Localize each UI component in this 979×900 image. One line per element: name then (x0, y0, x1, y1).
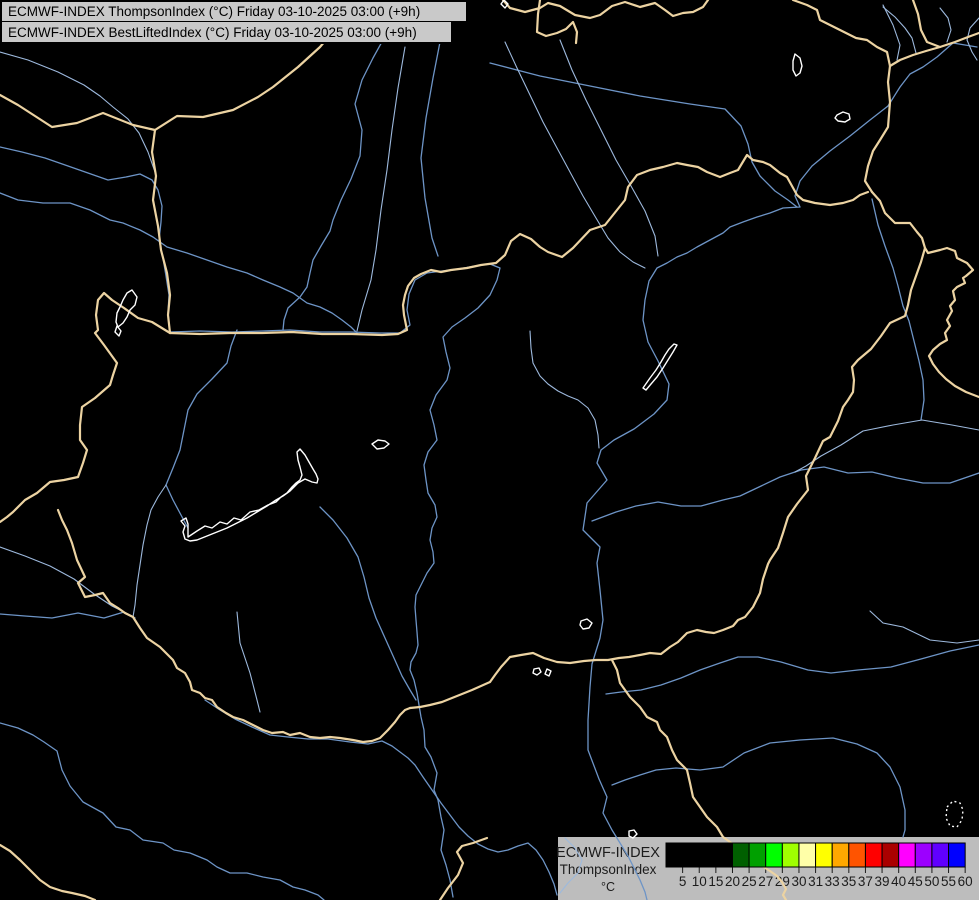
legend-unit-label: °C (601, 880, 615, 894)
border-bottom-left (0, 843, 97, 900)
legend-tick-value: 10 (692, 874, 707, 889)
border-hungary-romania (488, 246, 927, 684)
legend-color-cell (898, 842, 916, 868)
legend-tick-value: 5 (679, 874, 687, 889)
river-hernad (559, 39, 659, 257)
legend-color-cell (798, 842, 817, 868)
river-morava (0, 51, 156, 173)
legend-colorbar (665, 842, 966, 868)
river-bodrog (489, 62, 798, 208)
river-tisza (582, 42, 978, 900)
river-mur (0, 546, 125, 613)
river-zala (165, 329, 238, 529)
river-drava (0, 722, 325, 900)
legend-tick-value: 35 (841, 874, 856, 889)
river-koros (591, 466, 979, 522)
legend-color-cell (698, 842, 717, 868)
river-bega (869, 610, 979, 644)
legend-tick-value: 31 (808, 874, 823, 889)
lake-tisza-outline (642, 343, 678, 391)
river-hron (420, 41, 441, 257)
river-sio (319, 506, 417, 701)
legend-tick-value: 55 (941, 874, 956, 889)
border-hungary-croatia-east (408, 680, 492, 710)
river-begej (611, 737, 906, 838)
legend-tick-labels: 5 10 15 20 25 27 29 30 31 33 35 37 39 40 45 50 55 60 (679, 874, 973, 889)
weather-map-screen: ECMWF-INDEX ThompsonIndex °C 5 10 15 20 25 27… (0, 0, 979, 900)
small-lake-north-b (834, 111, 851, 123)
legend-tick-value: 60 (958, 874, 973, 889)
border-austria-hungary (0, 291, 172, 524)
title-text-line1: ECMWF-INDEX ThompsonIndex (°C) Friday 03… (8, 4, 421, 19)
river-zagyva (529, 330, 600, 449)
small-feature-dotted (945, 800, 964, 828)
border-poland-ukraine (911, 0, 979, 49)
river-koros-north (794, 419, 979, 473)
legend-color-cell (931, 842, 950, 868)
river-vah (282, 39, 384, 331)
title-bar-best-lifted-index: ECMWF-INDEX BestLiftedIndex (°C) Friday … (0, 21, 453, 44)
lakes-layer (114, 0, 964, 839)
legend-color-cell (748, 842, 767, 868)
legend-color-cell (881, 842, 900, 868)
legend-tick-value: 15 (708, 874, 723, 889)
legend-color-cell (715, 842, 733, 868)
legend-color-cell (765, 842, 783, 868)
border-austria-slovakia (150, 128, 172, 335)
lake-velence-outline (371, 439, 390, 450)
legend-color-cell (665, 842, 684, 868)
legend-color-cell (948, 842, 966, 868)
legend-color-cell (914, 842, 933, 868)
legend-tick-value: 25 (742, 874, 757, 889)
river-west-stream (132, 484, 167, 618)
map-canvas: ECMWF-INDEX ThompsonIndex °C 5 10 15 20 25 27… (0, 0, 979, 900)
small-feature-e (628, 829, 638, 839)
border-slovenia-croatia-hungary (56, 508, 412, 744)
title-bar-thompson-index: ECMWF-INDEX ThompsonIndex (°C) Friday 03… (0, 0, 468, 23)
legend-tick-value: 45 (908, 874, 923, 889)
border-slovakia-poland (501, 0, 710, 20)
legend-tick-value: 40 (891, 874, 906, 889)
river-nitra (356, 46, 406, 332)
border-hungary-slovakia (168, 153, 870, 337)
legend-tick-value: 33 (825, 874, 840, 889)
river-corner-stream3 (966, 17, 979, 61)
small-feature-d2 (544, 668, 552, 677)
rivers-layer (0, 4, 979, 900)
legend-tick-value: 27 (758, 874, 773, 889)
legend-tick-value: 39 (875, 874, 890, 889)
small-feature-c (579, 618, 593, 630)
river-drava-lower (204, 699, 558, 896)
legend-index-label: ThompsonIndex (560, 862, 657, 877)
small-lake-north-a (792, 53, 803, 77)
legend-color-cell (848, 842, 866, 868)
river-raba (0, 192, 358, 334)
lake-neusiedl-south-bit (114, 325, 122, 337)
legend-color-cell (864, 842, 883, 868)
legend-source-label: ECMWF-INDEX (556, 845, 660, 861)
legend-color-cell (831, 842, 850, 868)
legend-tick-value: 50 (924, 874, 939, 889)
legend-tick-value: 37 (858, 874, 873, 889)
legend-color-cell (682, 842, 700, 868)
legend-color-cell (815, 842, 833, 868)
river-kapos (236, 611, 261, 713)
legend-tick-value: 20 (725, 874, 740, 889)
lake-balaton-outline (180, 448, 319, 542)
legend-color-cell (781, 842, 800, 868)
river-corner-stream2 (939, 7, 952, 43)
legend-tick-value: 30 (791, 874, 806, 889)
river-danube-upper (0, 146, 171, 333)
legend-color-cell (731, 842, 750, 868)
border-hungary-ukraine-romania (870, 190, 979, 399)
small-feature-d1 (532, 667, 542, 676)
title-text-line2: ECMWF-INDEX BestLiftedIndex (°C) Friday … (8, 24, 417, 40)
border-slovakia-ukraine (791, 0, 892, 194)
river-danube (169, 263, 501, 898)
river-mura (0, 611, 136, 619)
